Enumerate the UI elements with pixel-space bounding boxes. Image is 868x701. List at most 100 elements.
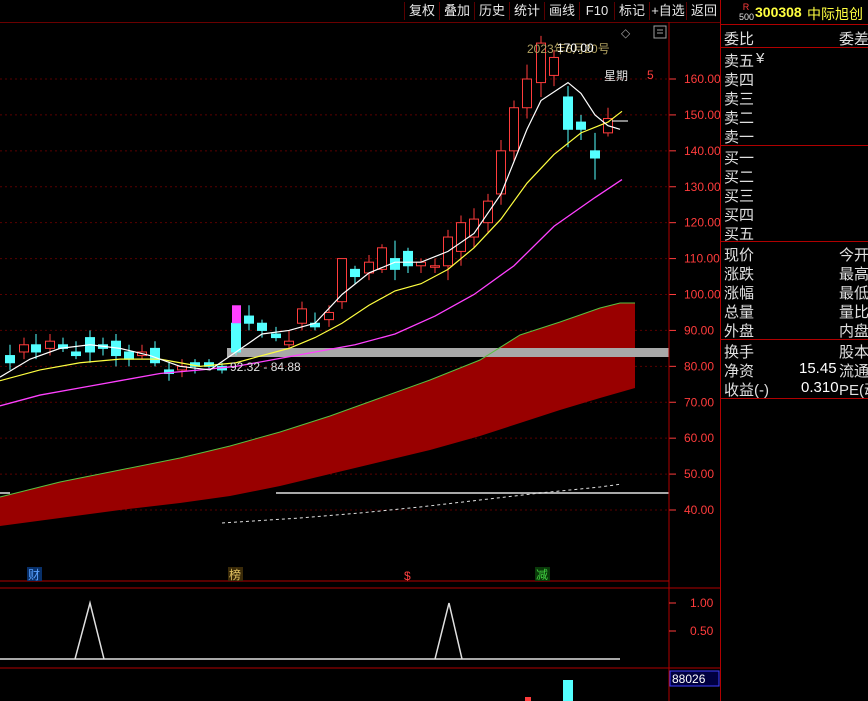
candle-down [124,351,134,360]
candle-up [19,344,29,353]
volume-value: 88026 [672,672,706,686]
highlight-candle [232,305,241,324]
weicha-label: 委差 [839,31,868,48]
price-axis-label: 120.00 [684,216,720,230]
candle-up [324,311,334,321]
sell2-label: 卖二 [724,110,755,127]
divider [721,24,868,25]
marker-dollar[interactable]: $ [404,569,411,583]
marker-bang[interactable]: 榜 [229,567,241,582]
price-axis-label: 80.00 [684,359,714,373]
price-axis-label: 110.00 [684,252,720,266]
candle-down [257,322,267,331]
indicator-axis-1: 1.00 [690,596,714,610]
weekday-value: 5 [647,68,654,82]
candle-down [590,150,600,159]
sell1-label: 卖一 [724,129,755,146]
sell5-label: 卖五 [724,53,755,70]
open-label: 今开 [839,247,868,264]
volume-bar-red [525,697,531,701]
candle-up [430,265,440,268]
candle-up [456,222,466,252]
marker-cai[interactable]: 财 [28,568,40,582]
candle-up [297,308,307,324]
price-axis-label: 160.00 [684,72,720,86]
indicator-spike-2 [434,602,463,660]
window-toggle-icon-lines [657,29,663,34]
candle-down [576,121,586,130]
diamond-icon[interactable]: ◇ [621,26,631,40]
high-label-panel: 最高 [839,266,868,283]
pe-label: PE(动 [839,382,868,399]
candle-up [522,78,532,109]
price-axis-label: 150.00 [684,108,720,122]
price-axis-label: 70.00 [684,395,714,409]
candle-down [350,268,360,278]
float-label: 流通 [839,363,868,380]
high-label: 170.00 [557,41,594,55]
buy3-label: 买三 [724,188,755,205]
eps-value: 0.310 [801,379,839,396]
sell3-label: 卖三 [724,91,755,108]
kline-chart[interactable]: 160.00 150.00 140.00 130.00 120.00 110.00 100.… [0,0,720,701]
candle-down [31,344,41,353]
buy2-label: 买二 [724,169,755,186]
price-label: 现价 [724,247,755,264]
buy4-label: 买四 [724,207,755,224]
price-axis-label: 60.00 [684,431,714,445]
price-axis-label: 50.00 [684,467,714,481]
turnover-label: 换手 [724,344,755,361]
stock-name: 中际旭创 [807,6,863,22]
weibi-label: 委比 [724,31,755,48]
sell5-suffix: ¥ [756,50,765,67]
low-label: 最低 [839,285,868,302]
candle-up [284,340,294,346]
market-badge: R 500 [739,2,755,22]
candle-down [271,333,281,339]
range-label: 92.32 - 84.88 [230,360,301,374]
candle-up [483,200,493,224]
price-axis-label: 100.00 [684,288,720,302]
stock-code: 300308 [755,4,802,20]
marker-jian[interactable]: 减 [536,568,548,582]
weekday-label: 星期 [604,69,628,83]
price-axis-label: 140.00 [684,144,720,158]
indicator-spike-1 [74,600,105,660]
price-axis-label: 90.00 [684,323,714,337]
divider [721,339,868,340]
candle-up [45,340,55,349]
pct-label: 涨幅 [724,285,755,302]
candle-down [5,355,15,364]
price-axis-label: 130.00 [684,180,720,194]
candle-down [403,250,413,267]
share-capital-label: 股本 [839,344,868,361]
inner-label: 内盘 [839,323,868,340]
quote-panel: R 500 300308 中际旭创 委比 委差 卖五 ¥ 卖四 卖三 卖二 卖一… [720,0,868,701]
badge-bottom: 500 [739,12,755,22]
net-asset-value: 15.45 [799,360,837,377]
price-axis: 160.00 150.00 140.00 130.00 120.00 110.00 100.… [669,72,720,517]
volume-ratio-label: 量比 [839,304,868,321]
divider [721,145,868,146]
net-asset-label: 净资 [724,363,755,380]
volume-bar [563,680,573,701]
indicator-axis-05: 0.50 [690,624,714,638]
candle-down [150,347,160,364]
change-label: 涨跌 [724,266,755,283]
candle-up [549,56,559,76]
sell4-label: 卖四 [724,72,755,89]
candle-down [231,322,241,353]
trend-dotted-line [221,483,623,524]
badge-top: R [742,2,750,12]
divider [721,241,868,242]
eps-label: 收益(-) [724,382,769,399]
candles [5,35,613,381]
divider [721,47,868,48]
candle-down [244,315,254,324]
candle-down [563,96,573,130]
window-toggle-icon[interactable] [653,25,667,39]
price-axis-label: 40.00 [684,503,714,517]
candle-up [509,107,519,152]
divider [721,398,868,399]
outer-label: 外盘 [724,323,755,340]
